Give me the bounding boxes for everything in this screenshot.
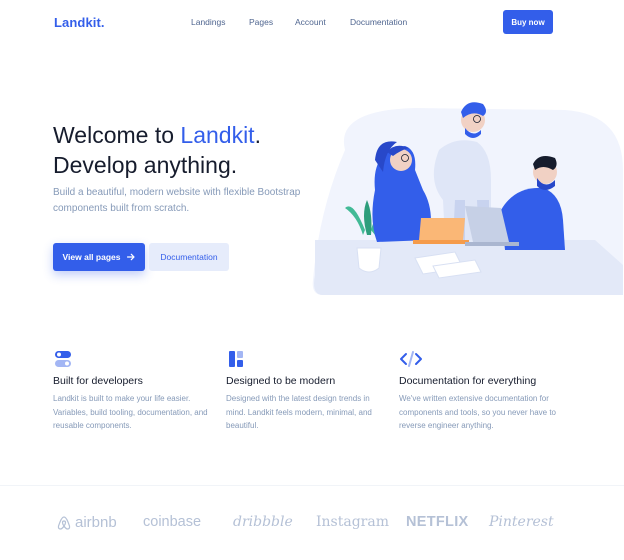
nav-link-pages[interactable]: Pages (249, 17, 273, 27)
toggle-icon (53, 349, 218, 369)
feature-title: Designed to be modern (226, 375, 336, 387)
code-icon (399, 349, 564, 369)
nav-link-documentation[interactable]: Documentation (350, 17, 407, 27)
instagram-logo: Instagram (316, 514, 389, 530)
hero-title-suffix: . (254, 122, 261, 148)
view-all-pages-button[interactable]: View all pages (53, 243, 145, 271)
feature-modern: Designed to be modern Designed with the … (226, 349, 391, 433)
view-all-pages-label: View all pages (62, 252, 121, 262)
airbnb-icon (57, 515, 71, 530)
feature-text: Landkit is built to make your life easie… (53, 394, 208, 430)
arrow-right-icon (127, 253, 136, 261)
dribbble-logo: dribbble (233, 514, 293, 530)
nav-link-account[interactable]: Account (295, 17, 326, 27)
feature-developers: Built for developers Landkit is built to… (53, 349, 218, 433)
navbar: Landkit. Landings Pages Account Document… (0, 0, 624, 46)
layout-grid-icon (226, 349, 391, 369)
hero-title-prefix: Welcome to (53, 122, 181, 148)
hero-title: Welcome to Landkit. Develop anything. (53, 120, 261, 180)
airbnb-logo: airbnb (56, 514, 117, 531)
netflix-logo: NETFLIX (406, 514, 469, 530)
hero-illustration (312, 102, 623, 295)
buy-now-button[interactable]: Buy now (503, 10, 553, 34)
feature-text: We've written extensive documentation fo… (399, 394, 556, 430)
brand-logos-strip: airbnb coinbase dribbble Instagram NETFL… (0, 485, 624, 560)
pinterest-logo: Pinterest (489, 514, 554, 530)
hero-subtitle: Build a beautiful, modern website with f… (53, 187, 301, 214)
hero-title-accent: Landkit (180, 122, 255, 148)
feature-text: Designed with the latest design trends i… (226, 394, 372, 430)
airbnb-wordmark: airbnb (75, 514, 117, 531)
feature-title: Built for developers (53, 375, 143, 387)
documentation-button[interactable]: Documentation (149, 243, 229, 271)
brand-logo[interactable]: Landkit. (54, 15, 105, 30)
hero-title-line2: Develop anything. (53, 152, 238, 178)
coinbase-logo: coinbase (143, 514, 202, 530)
nav-link-landings[interactable]: Landings (191, 17, 226, 27)
feature-documentation: Documentation for everything We've writt… (399, 349, 564, 433)
feature-title: Documentation for everything (399, 375, 537, 387)
